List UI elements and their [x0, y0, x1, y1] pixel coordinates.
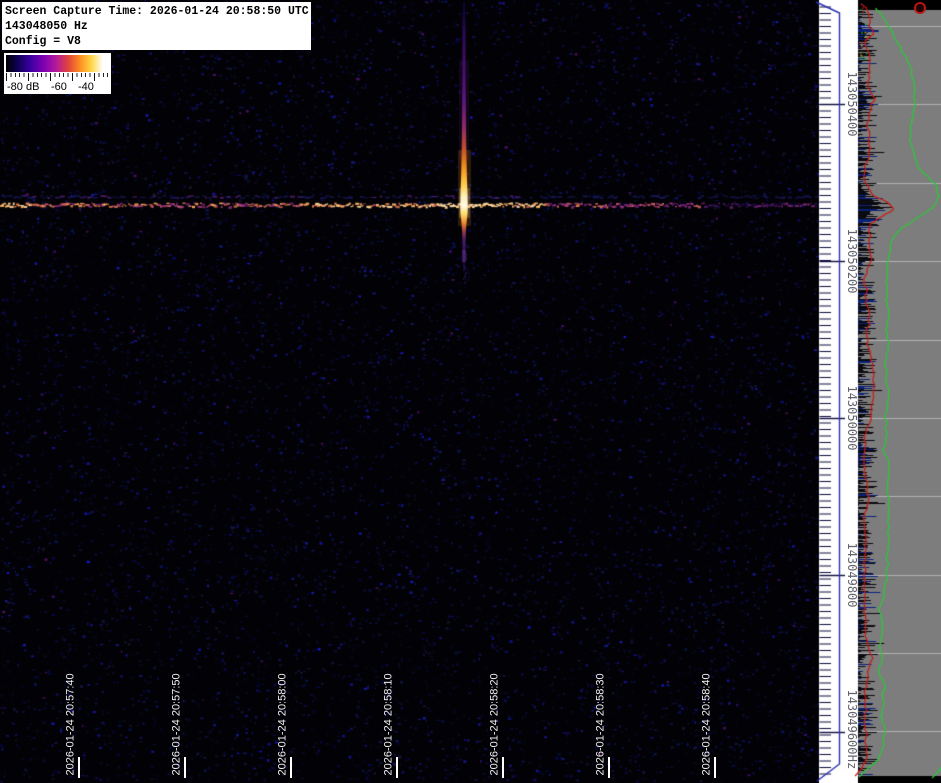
center-frequency-text: 143048050 Hz: [5, 19, 308, 34]
db-scale-major-ticks: [6, 73, 108, 81]
frequency-label: 143050000: [846, 384, 858, 452]
time-label: 2026-01-24 20:57:50: [171, 666, 184, 776]
time-label: 2026-01-24 20:58:40: [701, 666, 714, 776]
db-color-scale-legend: -80 dB -60 -40: [4, 53, 111, 94]
color-gradient-bar: [6, 55, 108, 72]
time-label: 2026-01-24 20:58:10: [383, 666, 396, 776]
time-tick: [290, 757, 292, 778]
db-label-60: -60: [51, 81, 67, 93]
record-indicator-icon: [914, 2, 926, 14]
frequency-label: 143049600: [846, 688, 858, 756]
time-label: 2026-01-24 20:57:40: [65, 666, 78, 776]
db-label-40: -40: [78, 81, 94, 93]
time-label: 2026-01-24 20:58:30: [595, 666, 608, 776]
spectrogram-waterfall-canvas: [0, 0, 941, 783]
speclab-screen-capture: Screen Capture Time: 2026-01-24 20:58:50…: [0, 0, 941, 783]
frequency-label: 143050200: [846, 227, 858, 295]
frequency-unit-label: Hz: [846, 752, 858, 772]
frequency-label: 143049800: [846, 541, 858, 609]
time-tick: [184, 757, 186, 778]
frequency-label: 143050400: [846, 70, 858, 138]
capture-info-box: Screen Capture Time: 2026-01-24 20:58:50…: [2, 2, 311, 50]
time-tick: [714, 757, 716, 778]
capture-time-text: Screen Capture Time: 2026-01-24 20:58:50…: [5, 4, 308, 19]
time-tick: [502, 757, 504, 778]
db-label-80: -80 dB: [7, 81, 39, 93]
time-tick: [608, 757, 610, 778]
time-tick: [396, 757, 398, 778]
time-label: 2026-01-24 20:58:00: [277, 666, 290, 776]
config-text: Config = V8: [5, 34, 308, 49]
time-tick: [78, 757, 80, 778]
db-scale-labels: -80 dB -60 -40: [4, 81, 111, 94]
time-label: 2026-01-24 20:58:20: [489, 666, 502, 776]
